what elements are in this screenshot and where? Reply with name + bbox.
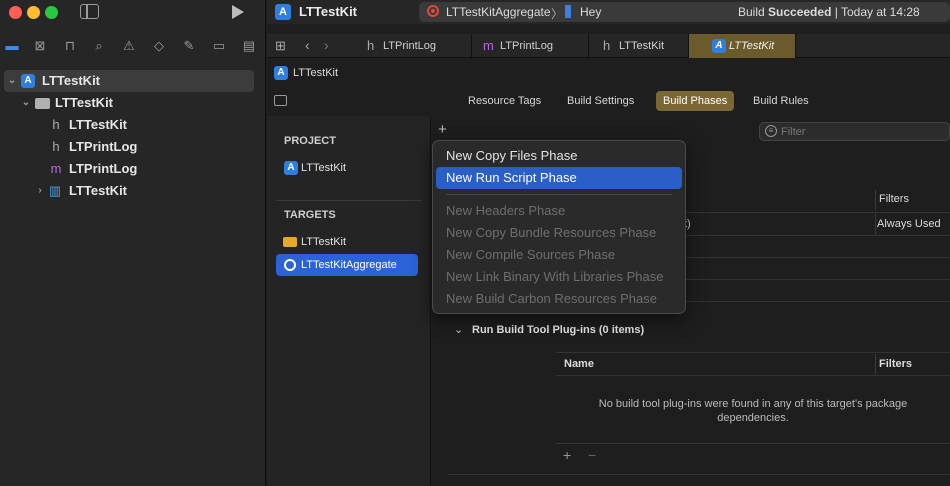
forward-arrow-icon[interactable]: › [324,37,329,53]
remove-plugin-button[interactable]: − [588,447,596,463]
report-icon[interactable]: ▤ [241,38,257,54]
search-icon[interactable]: ⌕ [91,38,107,54]
tab-build-settings[interactable]: Build Settings [560,91,641,111]
hide-sidebar-icon[interactable] [274,95,287,106]
run-button[interactable] [232,5,244,19]
scheme-activity-bar[interactable]: LTTestKitAggregate 〉 Hey Build Succeeded… [419,2,950,22]
chevron-right-icon[interactable]: › [34,180,46,202]
filter-placeholder: Filter [781,126,806,138]
breadcrumb: A LTTestKit [267,60,950,86]
tab-build-phases[interactable]: Build Phases [656,91,735,111]
column-divider [875,213,876,235]
empty-state-message: No build tool plug-ins were found in any… [598,398,908,424]
menu-item-new-copy-bundle-resources-phase[interactable]: New Copy Bundle Resources Phase [436,222,682,244]
menu-item-new-run-script-phase[interactable]: New Run Script Phase [436,167,682,189]
menu-item-new-headers-phase[interactable]: New Headers Phase [436,200,682,222]
column-divider [875,190,876,210]
folder-icon[interactable]: ▬ [4,38,20,54]
device-selector[interactable]: Hey [580,5,601,19]
project-editor-tabs: Resource Tags Build Settings Build Phase… [267,88,950,114]
chevron-down-icon[interactable]: ⌄ [6,70,18,92]
breadcrumb-item[interactable]: LTTestKit [293,67,338,79]
navigator-selector-bar: ▬ ⊠ ⊓ ⌕ ⚠ ◇ ✎ ▭ ▤ [0,34,266,58]
zoom-window-button[interactable] [45,6,58,19]
divider [556,352,950,353]
plugin-section-title[interactable]: Run Build Tool Plug-ins (0 items) [472,324,644,336]
grid-icon[interactable]: ⊞ [275,38,286,54]
xcode-project-icon: A [712,39,726,53]
scheme-selector[interactable]: LTTestKitAggregate [446,5,551,19]
symbol-hierarchy-icon[interactable]: ⊓ [62,38,78,54]
tree-item-project[interactable]: ⌄ A LTTestKit [4,70,254,92]
window-toolbar: A LTTestKit LTTestKitAggregate 〉 Hey Bui… [267,0,950,24]
filter-field[interactable]: ≡ Filter [759,122,950,141]
tab-lttestkit-h[interactable]: h LTTestKit [589,34,689,58]
chevron-down-icon[interactable]: ⌄ [20,92,32,114]
menu-separator [446,194,672,195]
xcode-project-icon: A [21,74,35,88]
tree-item-framework[interactable]: › ▥ LTTestKit [0,180,266,202]
column-header-filters: Filters [879,358,913,370]
add-plugin-button[interactable]: + [563,447,571,463]
xcode-project-icon: A [275,4,291,20]
scheme-separator: 〉 [551,7,564,21]
menu-item-new-compile-sources-phase[interactable]: New Compile Sources Phase [436,244,682,266]
minimize-window-button[interactable] [27,6,40,19]
test-diamond-icon[interactable]: ◇ [151,38,167,54]
project-navigator: ▬ ⊠ ⊓ ⌕ ⚠ ◇ ✎ ▭ ▤ ⌄ A LTTestKit ⌄ LTTest… [0,0,266,486]
implementation-file-icon: m [50,161,62,176]
add-build-phase-menu: New Copy Files Phase New Run Script Phas… [432,140,686,314]
toolbox-icon [283,237,297,247]
targets-section-header: TARGETS [284,209,336,221]
tree-item-group[interactable]: ⌄ LTTestKit [0,92,266,114]
folder-icon [35,98,50,109]
tab-resource-tags[interactable]: Resource Tags [461,91,548,111]
menu-item-new-link-binary-phase[interactable]: New Link Binary With Libraries Phase [436,266,682,288]
tree-item-file[interactable]: m LTPrintLog [0,158,266,180]
tab-ltprintlog-m[interactable]: m LTPrintLog [472,34,589,58]
header-file-icon: h [52,139,60,154]
tab-ltprintlog-h[interactable]: h LTPrintLog [354,34,472,58]
table-cell-filters: Always Used [877,218,941,230]
build-status: Build Succeeded | Today at 14:28 [738,5,920,19]
header-file-icon: h [52,117,60,132]
framework-icon: ▥ [48,183,62,198]
project-target-list: PROJECT A LTTestKit TARGETS LTTestKit LT… [267,116,431,486]
sidebar-toggle-icon[interactable] [80,4,99,19]
breakpoint-icon[interactable]: ▭ [211,38,227,54]
debug-icon[interactable]: ✎ [181,38,197,54]
target-item-selected[interactable]: LTTestKitAggregate [276,254,418,276]
project-section-header: PROJECT [284,135,336,147]
project-item[interactable]: A LTTestKit [276,157,418,179]
filter-icon: ≡ [765,125,777,137]
menu-item-new-build-carbon-resources-phase[interactable]: New Build Carbon Resources Phase [436,288,682,310]
device-icon [565,5,571,18]
menu-item-new-copy-files-phase[interactable]: New Copy Files Phase [436,145,682,167]
tab-lttestkit-project[interactable]: A LTTestKit [689,34,796,58]
column-header-filters: Filters [879,193,909,205]
column-divider [875,354,876,374]
editor-tab-bar: ⊞ ‹ › h LTPrintLog m LTPrintLog h LTTest… [267,34,950,58]
warning-icon[interactable]: ⚠ [121,38,137,54]
aggregate-target-icon [284,259,296,271]
tree-item-file[interactable]: h LTPrintLog [0,136,266,158]
chevron-down-icon[interactable]: ⌄ [454,323,463,336]
tab-build-rules[interactable]: Build Rules [746,91,816,111]
window-title: LTTestKit [299,4,358,19]
tree-item-file[interactable]: h LTTestKit [0,114,266,136]
divider [276,200,422,201]
xcode-project-icon: A [274,66,288,80]
close-window-button[interactable] [9,6,22,19]
source-control-icon[interactable]: ⊠ [32,38,48,54]
divider [556,443,950,444]
add-phase-button[interactable]: + [438,121,447,138]
target-item[interactable]: LTTestKit [276,231,418,253]
xcode-project-icon: A [284,161,298,175]
aggregate-target-icon [427,5,439,17]
column-header-name: Name [564,358,594,370]
back-arrow-icon[interactable]: ‹ [305,37,310,53]
divider [448,474,950,475]
divider [556,375,950,376]
